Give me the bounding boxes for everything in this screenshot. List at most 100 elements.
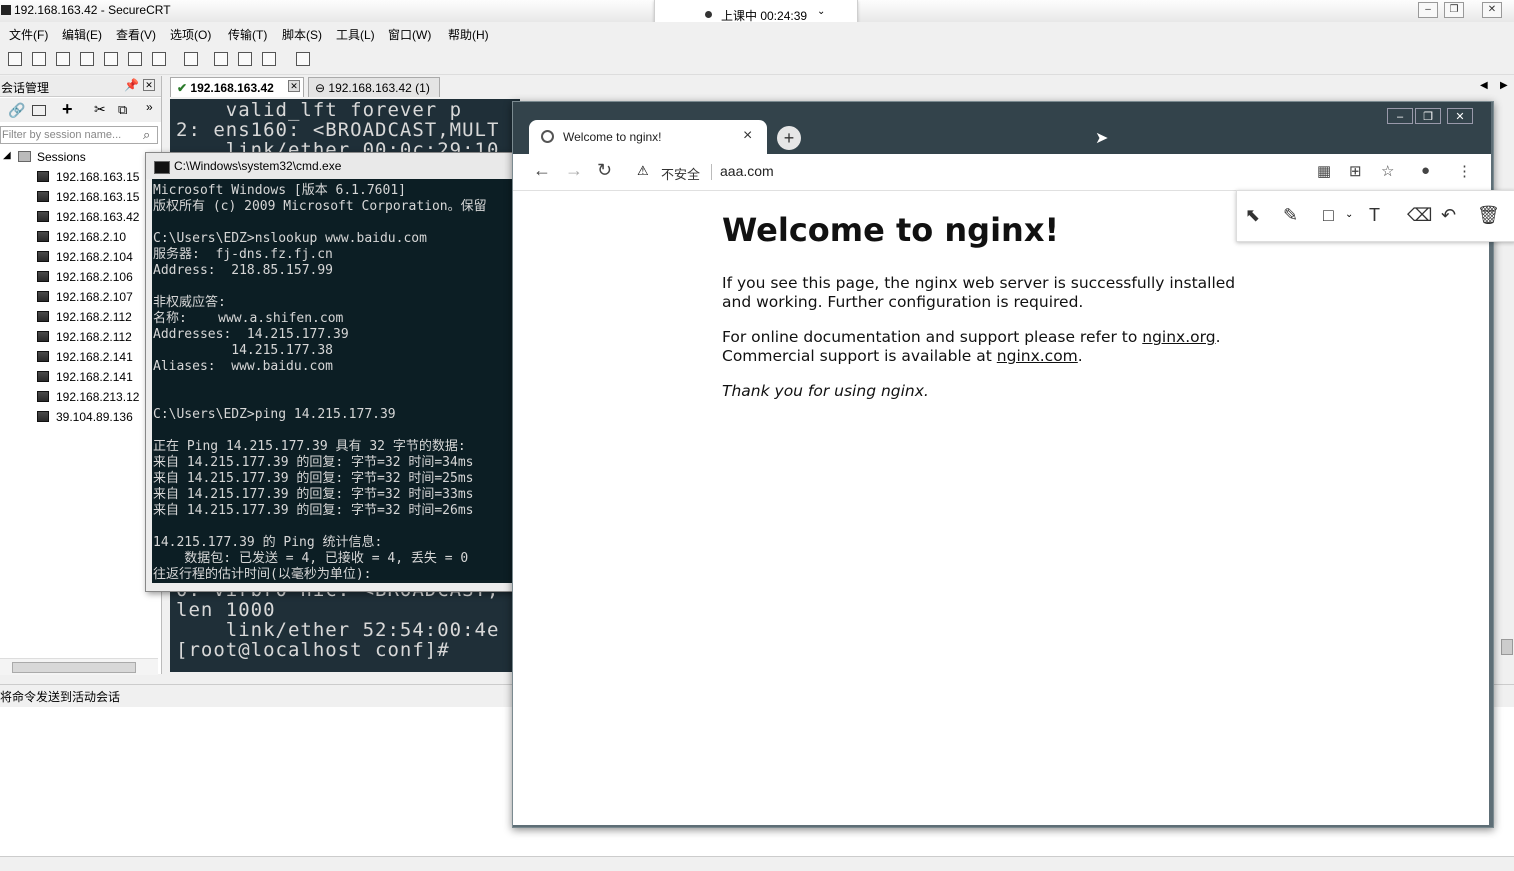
session-item[interactable]: 192.168.2.10 [0, 228, 161, 248]
keymap-icon[interactable] [238, 52, 252, 66]
tab-session-2[interactable]: ⊖ 192.168.163.42 (1) [308, 77, 440, 97]
bookmark-star-icon[interactable]: ☆ [1381, 162, 1394, 180]
session-item[interactable]: 192.168.163.15 [0, 168, 161, 188]
close-button[interactable]: ✕ [1482, 2, 1502, 18]
browser-minimize-button[interactable]: – [1387, 108, 1413, 124]
cmd-titlebar[interactable]: C:\Windows\system32\cmd.exe [146, 153, 518, 179]
scroll-thumb[interactable] [12, 662, 136, 673]
console-line: Addresses: 14.215.177.39 [153, 327, 349, 342]
more-icon[interactable]: » [146, 100, 153, 114]
add-session-icon[interactable]: + [62, 99, 73, 120]
quick-connect-icon[interactable] [32, 52, 46, 66]
session-icon [37, 271, 49, 282]
session-item[interactable]: 192.168.163.15 [0, 188, 161, 208]
session-filter-input[interactable]: Filter by session name... [0, 126, 158, 144]
forward-icon[interactable]: → [565, 160, 583, 181]
page-heading: Welcome to nginx! [722, 211, 1060, 249]
cmd-console[interactable]: Microsoft Windows [版本 6.1.7601] 版权所有 (c)… [152, 179, 514, 583]
trash-icon[interactable]: 🗑 [1477, 205, 1500, 226]
copy-session-icon[interactable]: ⧉ [118, 102, 127, 118]
cut-icon[interactable]: ✂ [94, 101, 106, 118]
menu-options[interactable]: 选项(O) [170, 26, 211, 43]
help-icon[interactable] [296, 52, 310, 66]
tab-label: 192.168.163.42 (1) [328, 81, 430, 95]
eraser-icon[interactable]: ⌫ [1407, 205, 1432, 226]
back-icon[interactable]: ← [533, 160, 551, 181]
chevron-down-icon[interactable]: ⌄ [817, 6, 825, 17]
undo-icon[interactable]: ↶ [1441, 205, 1456, 226]
chevron-down-icon[interactable]: ⌄ [1345, 209, 1353, 220]
session-item[interactable]: 39.104.89.136 [0, 408, 161, 428]
cmd-window[interactable]: C:\Windows\system32\cmd.exe Microsoft Wi… [145, 152, 519, 592]
session-hscrollbar[interactable] [0, 658, 158, 675]
disconnect-icon[interactable] [80, 52, 94, 66]
nginx-com-link[interactable]: nginx.com [997, 347, 1078, 365]
page-content: Welcome to nginx! If you see this page, … [513, 191, 1489, 825]
session-item[interactable]: 192.168.213.12 [0, 388, 161, 408]
qr-code-icon[interactable]: ▦ [1317, 162, 1331, 180]
annotation-toolbar: ⬉ ✎ □ ⌄ T ⌫ ↶ 🗑 [1236, 190, 1514, 242]
rectangle-icon[interactable]: □ [1323, 205, 1334, 226]
warning-icon[interactable]: ⚠ [637, 163, 649, 179]
sftp-icon[interactable] [262, 52, 276, 66]
menu-transfer[interactable]: 传输(T) [228, 26, 267, 43]
reload-icon[interactable]: ↻ [597, 160, 612, 181]
scroll-thumb[interactable] [1501, 639, 1513, 655]
new-tab-button[interactable]: + [777, 126, 801, 150]
tree-root[interactable]: ◢ Sessions [0, 148, 161, 168]
tab-scroll-left-icon[interactable]: ◀ [1480, 80, 1488, 91]
pin-icon[interactable]: 📌 [124, 78, 139, 92]
paste-icon[interactable] [128, 52, 142, 66]
session-icon [37, 391, 49, 402]
console-line: Microsoft Windows [版本 6.1.7601] [153, 183, 406, 198]
session-item[interactable]: 192.168.2.106 [0, 268, 161, 288]
terminal-vscrollbar[interactable] [1498, 99, 1514, 674]
link-icon[interactable]: 🔗 [8, 102, 25, 119]
browser-restore-button[interactable]: ❐ [1415, 108, 1441, 124]
console-line: 版权所有 (c) 2009 Microsoft Corporation。保留 [153, 199, 487, 214]
menu-edit[interactable]: 编辑(E) [62, 26, 102, 43]
securecrt-app-icon [1, 5, 11, 15]
menu-dots-icon[interactable]: ⋮ [1457, 162, 1472, 180]
reconnect-icon[interactable] [56, 52, 70, 66]
window-icon[interactable] [32, 105, 46, 116]
menu-tools[interactable]: 工具(L) [336, 26, 375, 43]
session-item[interactable]: 192.168.163.42 [0, 208, 161, 228]
settings-icon[interactable] [214, 52, 228, 66]
expand-icon[interactable]: ◢ [3, 150, 11, 161]
session-icon [37, 251, 49, 262]
session-item[interactable]: 192.168.2.112 [0, 328, 161, 348]
session-item[interactable]: 192.168.2.104 [0, 248, 161, 268]
tab-session-active[interactable]: ✔ 192.168.163.42 [170, 77, 304, 97]
restore-button[interactable]: ❐ [1444, 2, 1464, 18]
menu-help[interactable]: 帮助(H) [448, 26, 489, 43]
close-panel-icon[interactable]: ✕ [143, 79, 155, 91]
text-tool-icon[interactable]: T [1369, 205, 1380, 226]
security-label[interactable]: 不安全 [661, 164, 700, 183]
copy-icon[interactable] [104, 52, 118, 66]
tab-close-icon[interactable]: × [743, 127, 752, 145]
search-icon[interactable]: ⌕ [143, 127, 150, 143]
address-bar[interactable]: aaa.com [720, 163, 774, 179]
minimize-button[interactable]: – [1418, 2, 1438, 18]
browser-tab[interactable]: Welcome to nginx! × [529, 120, 767, 154]
translate-icon[interactable]: ⊞ [1349, 162, 1362, 180]
menu-view[interactable]: 查看(V) [116, 26, 156, 43]
menu-script[interactable]: 脚本(S) [282, 26, 322, 43]
menu-file[interactable]: 文件(F) [9, 26, 48, 43]
pen-icon[interactable]: ✎ [1283, 205, 1298, 226]
menu-window[interactable]: 窗口(W) [388, 26, 431, 43]
session-item[interactable]: 192.168.2.112 [0, 308, 161, 328]
connect-icon[interactable] [8, 52, 22, 66]
session-item[interactable]: 192.168.2.107 [0, 288, 161, 308]
session-item[interactable]: 192.168.2.141 [0, 368, 161, 388]
nginx-org-link[interactable]: nginx.org [1142, 328, 1215, 346]
browser-close-button[interactable]: ✕ [1447, 108, 1473, 124]
tab-scroll-right-icon[interactable]: ▶ [1500, 80, 1508, 91]
find-icon[interactable] [152, 52, 166, 66]
print-icon[interactable] [184, 52, 198, 66]
tab-close-icon[interactable]: ✕ [288, 80, 300, 92]
select-cursor-icon[interactable]: ⬉ [1245, 205, 1260, 226]
profile-icon[interactable]: ● [1421, 162, 1430, 179]
session-item[interactable]: 192.168.2.141 [0, 348, 161, 368]
